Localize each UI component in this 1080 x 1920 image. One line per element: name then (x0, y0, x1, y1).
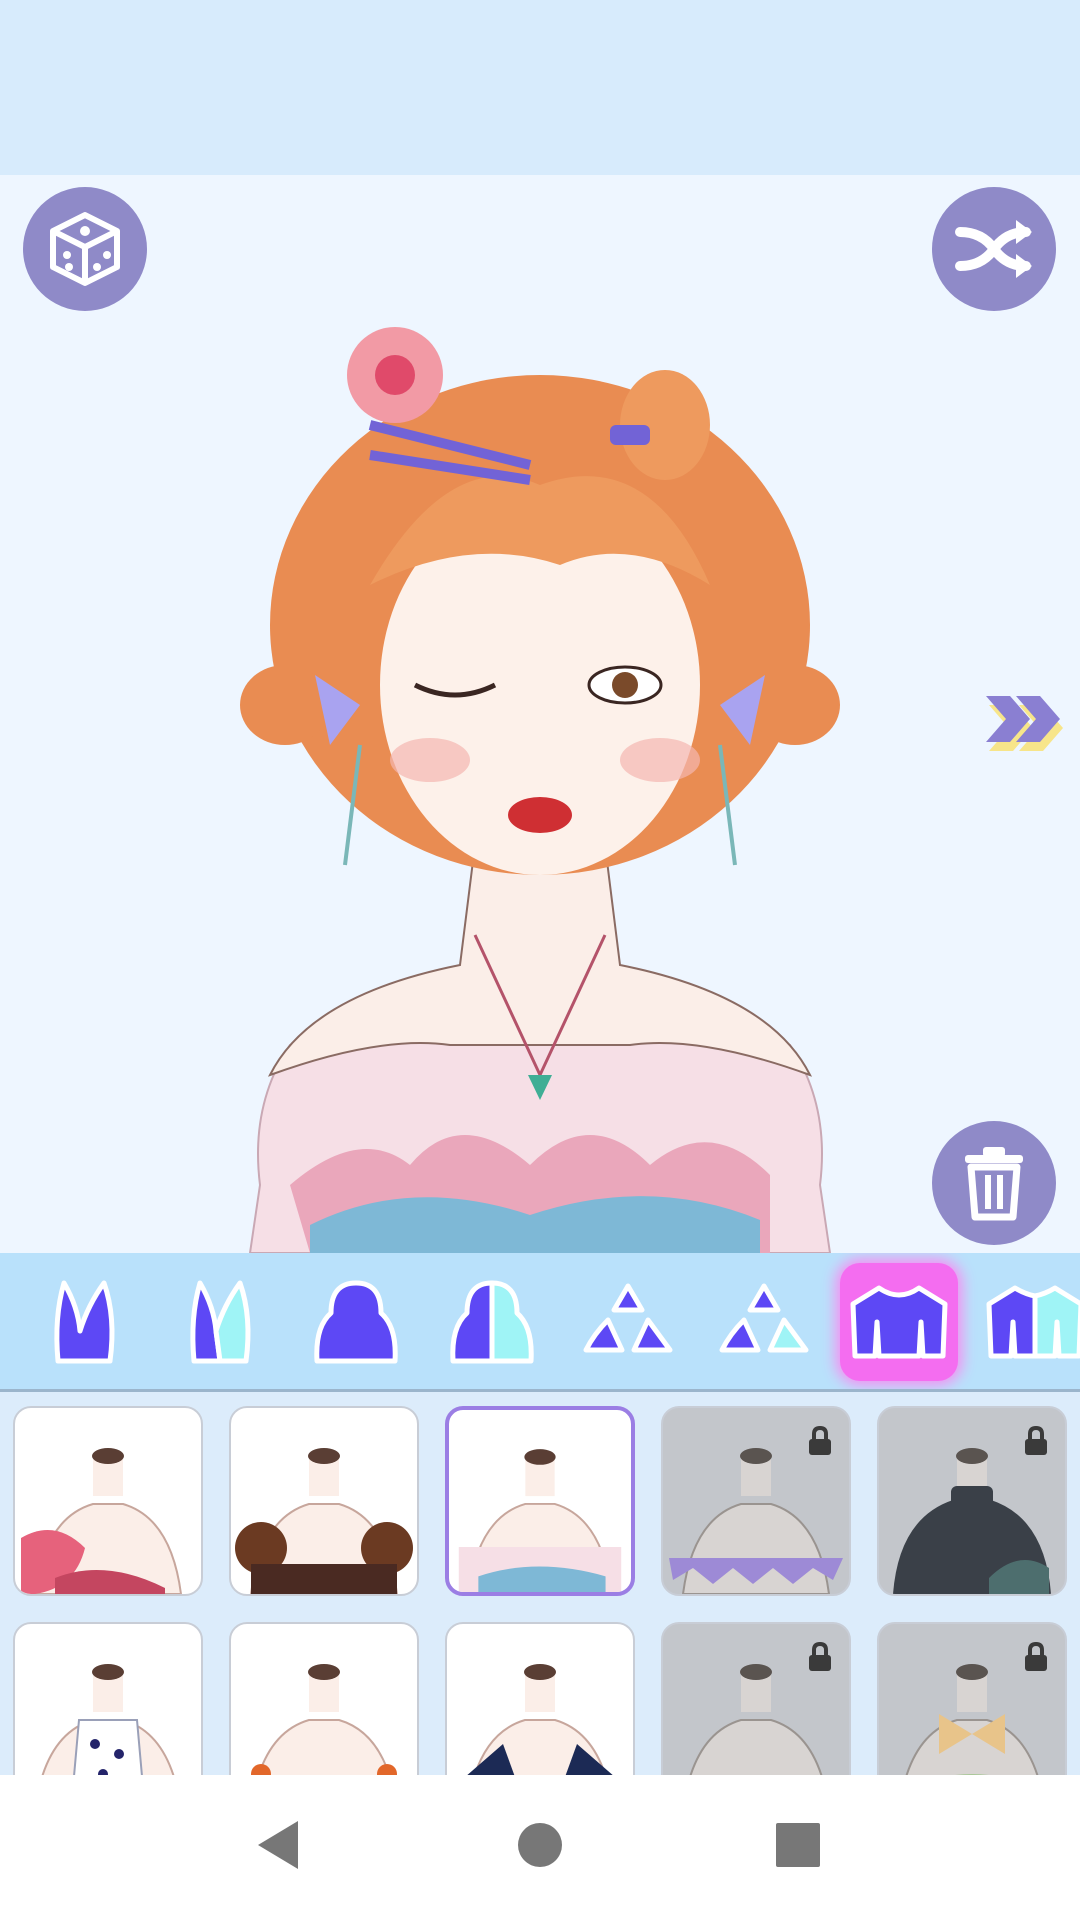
ad-banner (0, 0, 1080, 175)
category-top-2[interactable] (976, 1263, 1080, 1381)
outfit-tile-orange-flower-top[interactable] (229, 1622, 419, 1775)
category-accessory-2[interactable] (705, 1263, 823, 1381)
outfit-thumbnail (458, 1449, 622, 1592)
shuffle-button[interactable] (932, 187, 1056, 311)
lock-icon (1025, 1426, 1047, 1455)
category-top[interactable] (840, 1263, 958, 1381)
character-illustration (240, 327, 840, 1253)
outfit-grid (0, 1392, 1080, 1775)
outfit-thumbnail (235, 1448, 413, 1594)
recents-square-icon[interactable] (768, 1815, 828, 1875)
double-chevron-right-icon[interactable] (980, 690, 1064, 756)
back-triangle-icon[interactable] (250, 1815, 310, 1875)
lock-icon (809, 1642, 831, 1671)
outfit-thumbnail (467, 1664, 613, 1775)
outfit-thumbnail (41, 1664, 175, 1775)
category-bar (0, 1253, 1080, 1392)
bunny-ears-icon (54, 1280, 115, 1364)
outfit-tile-brown-fur-top[interactable] (229, 1406, 419, 1596)
outfit-tile-pink-feather-top[interactable] (445, 1406, 635, 1596)
category-bunny-ears-2[interactable] (161, 1263, 279, 1381)
category-accessory[interactable] (569, 1263, 687, 1381)
delete-button[interactable] (932, 1121, 1056, 1245)
outfit-tile-yellow-bow-top[interactable] (877, 1622, 1067, 1775)
shirt-half-icon (986, 1285, 1080, 1359)
lock-icon (1025, 1642, 1047, 1671)
random-dice-button[interactable] (23, 187, 147, 311)
home-circle-icon[interactable] (510, 1815, 570, 1875)
shirt-icon (850, 1285, 948, 1359)
triangles-icon (583, 1283, 673, 1353)
character-stage (0, 175, 1080, 1253)
trash-icon (965, 1147, 1023, 1221)
shuffle-icon (955, 220, 1032, 278)
outfit-tile-pink-bow-top[interactable] (13, 1406, 203, 1596)
outfit-tile-dark-turtleneck-top[interactable] (877, 1406, 1067, 1596)
outfit-thumbnail (251, 1664, 397, 1775)
category-hair[interactable] (297, 1263, 415, 1381)
dice-icon (50, 212, 120, 286)
outfit-tile-pink-ribbon-top[interactable] (661, 1622, 851, 1775)
outfit-tile-navy-blazer-top[interactable] (445, 1622, 635, 1775)
outfit-tile-heart-print-top[interactable] (13, 1622, 203, 1775)
head-icon (314, 1280, 398, 1364)
category-hair-2[interactable] (433, 1263, 551, 1381)
system-navigation-bar (0, 1775, 1080, 1920)
triangles-half-icon (719, 1283, 809, 1353)
outfit-thumbnail (21, 1448, 183, 1594)
bunny-ears-half-icon (190, 1280, 251, 1364)
head-half-icon (450, 1280, 534, 1364)
category-bunny-ears[interactable] (25, 1263, 143, 1381)
outfit-tile-purple-scallop-top[interactable] (661, 1406, 851, 1596)
lock-icon (809, 1426, 831, 1455)
